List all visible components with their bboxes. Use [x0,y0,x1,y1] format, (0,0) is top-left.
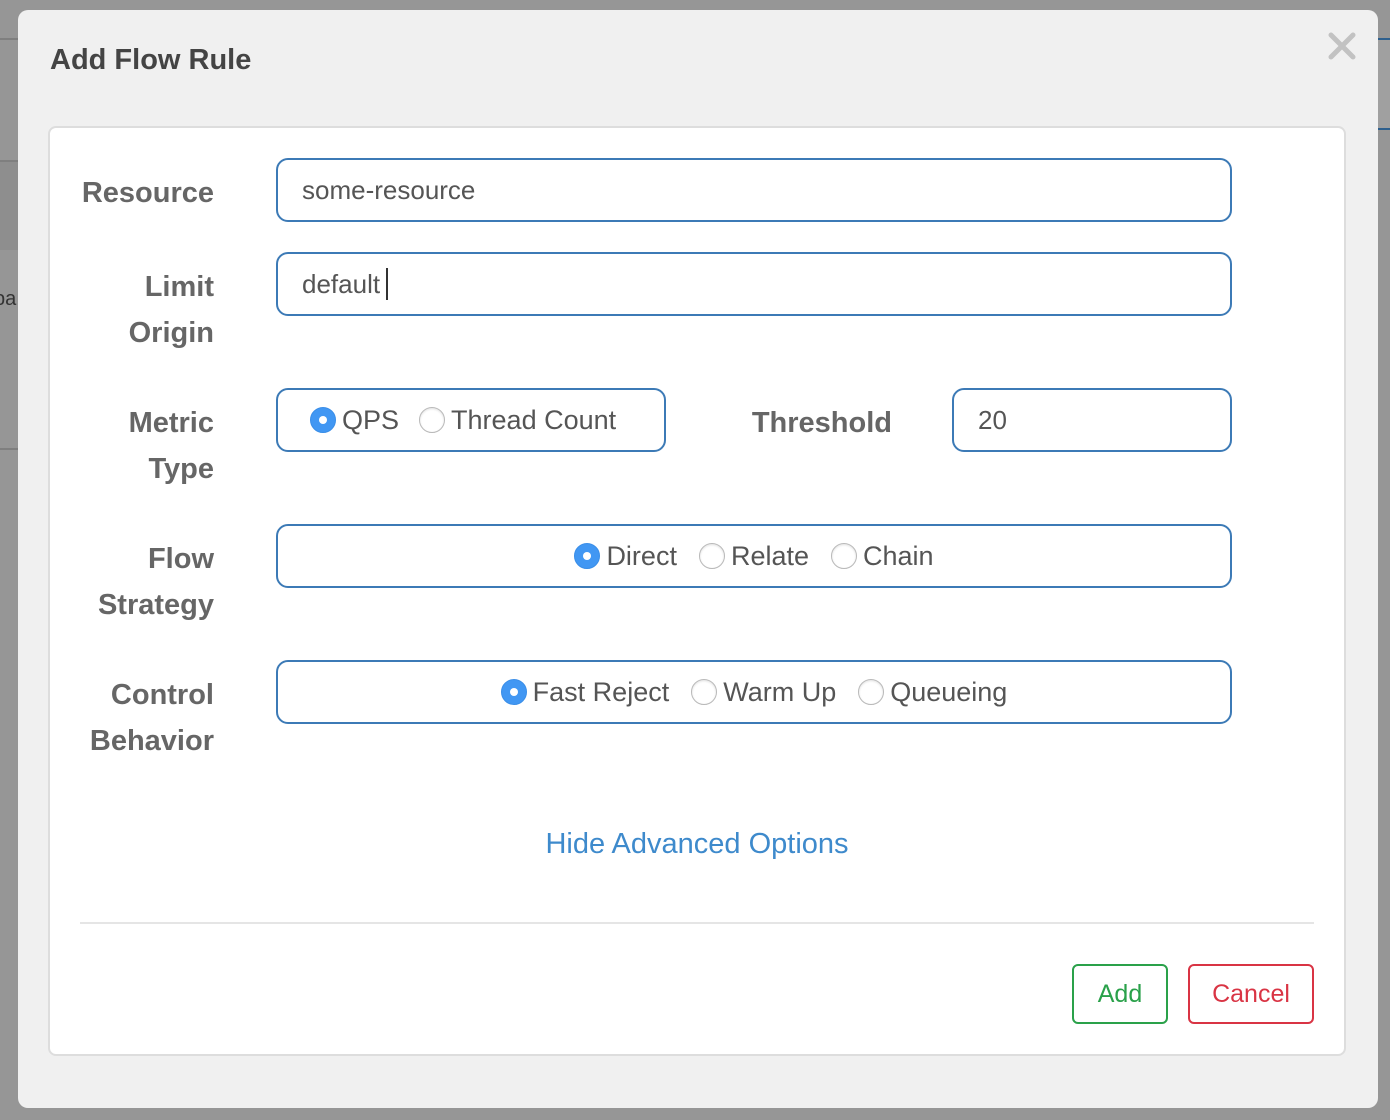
flow-strategy-option-chain[interactable]: Chain [831,541,934,572]
footer-divider [80,922,1314,924]
metric-type-label: Metric Type [14,400,214,492]
resource-label: Resource [81,177,214,209]
control-behavior-option-fast-reject[interactable]: Fast Reject [500,676,670,708]
backdrop-divider [0,160,18,162]
metric-type-radio-group: QPS Thread Count [276,388,666,452]
radio-label: Chain [863,540,934,571]
advanced-options-toggle-row: Hide Advanced Options [50,828,1344,861]
control-behavior-label-line1: Control [110,679,214,711]
flow-rule-form: Resource Limit Origin Metric Type QPS Th… [48,126,1346,1056]
threshold-input[interactable] [954,390,1230,450]
radio-unchecked-icon[interactable] [858,679,885,705]
radio-label: Direct [606,540,677,571]
metric-type-label-line2: Type [148,453,214,485]
add-flow-rule-modal: Add Flow Rule Resource Limit Origin Metr… [18,10,1378,1108]
modal-title: Add Flow Rule [50,44,252,76]
radio-label: Thread Count [451,404,617,435]
metric-type-option-thread-count[interactable]: Thread Count [419,405,616,436]
limit-origin-input[interactable] [278,254,1230,314]
radio-checked-icon[interactable] [500,679,527,705]
control-behavior-option-queueing[interactable]: Queueing [858,677,1007,708]
backdrop-divider [1378,128,1390,130]
control-behavior-option-warm-up[interactable]: Warm Up [691,677,836,708]
radio-checked-icon[interactable] [574,543,601,569]
flow-strategy-option-direct[interactable]: Direct [574,541,677,572]
limit-origin-label-line1: Limit [144,271,214,303]
add-button[interactable]: Add [1072,964,1168,1024]
radio-label: Warm Up [723,676,837,707]
close-button[interactable] [1326,30,1358,62]
backdrop-divider [1378,38,1390,40]
radio-label: Queueing [890,676,1008,707]
backdrop-divider [0,38,18,40]
limit-origin-label-line2: Origin [128,317,214,349]
radio-unchecked-icon[interactable] [419,407,446,433]
resource-field-wrapper [276,158,1232,222]
limit-origin-field-wrapper [276,252,1232,316]
cancel-button[interactable]: Cancel [1188,964,1314,1024]
flow-strategy-label-line1: Flow [147,543,214,575]
threshold-label: Threshold [751,407,892,439]
flow-strategy-label-line2: Strategy [97,589,214,621]
control-behavior-radio-group: Fast Reject Warm Up Queueing [276,660,1232,724]
radio-label: Fast Reject [532,676,670,707]
hide-advanced-options-link[interactable]: Hide Advanced Options [545,828,848,860]
metric-type-label-line1: Metric [128,407,214,439]
close-icon [1328,32,1356,60]
flow-strategy-label: Flow Strategy [14,536,214,628]
limit-origin-label: Limit Origin [14,264,214,356]
radio-checked-icon[interactable] [310,407,336,433]
flow-strategy-radio-group: Direct Relate Chain [276,524,1232,588]
radio-unchecked-icon[interactable] [691,679,718,705]
radio-unchecked-icon[interactable] [831,543,857,569]
text-caret [386,268,388,300]
flow-strategy-option-relate[interactable]: Relate [698,540,809,572]
threshold-field-wrapper [952,388,1232,452]
control-behavior-label: Control Behavior [14,672,214,764]
resource-input[interactable] [278,160,1230,220]
radio-unchecked-icon[interactable] [698,543,725,569]
control-behavior-label-line2: Behavior [89,725,214,757]
backdrop-panel [1378,40,1390,128]
radio-label: QPS [342,404,400,435]
radio-label: Relate [730,540,809,571]
metric-type-option-qps[interactable]: QPS [310,405,399,436]
